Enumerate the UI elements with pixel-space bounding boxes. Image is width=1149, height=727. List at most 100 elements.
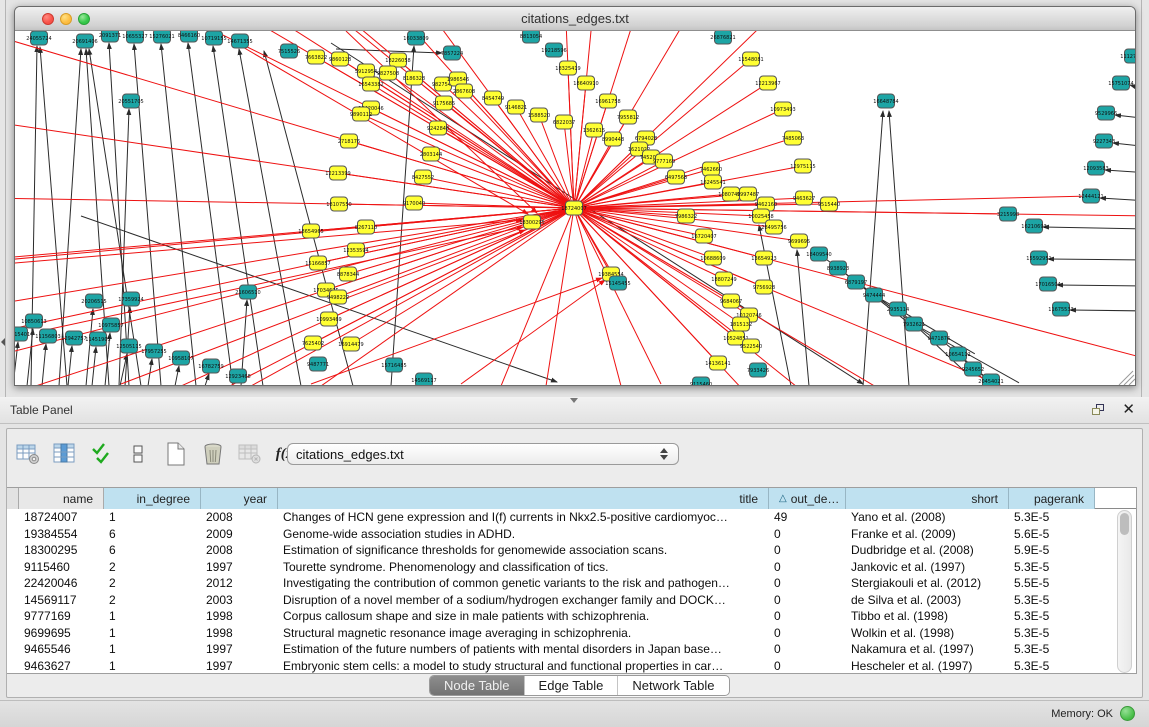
table-cell[interactable]: Stergiakouli et al. (2012) (846, 575, 1009, 592)
table-cell[interactable]: 49 (769, 509, 846, 526)
select-columns-icon[interactable] (52, 441, 78, 467)
network-window-titlebar[interactable]: citations_edges.txt (15, 7, 1135, 31)
vertical-scrollbar[interactable] (1117, 510, 1132, 673)
table-row[interactable]: 946362711997Embryonic stem cells: a mode… (7, 658, 1136, 675)
table-cell[interactable]: 0 (769, 542, 846, 559)
table-cell[interactable]: 2008 (201, 509, 278, 526)
new-table-icon[interactable] (163, 441, 189, 467)
table-cell[interactable]: 0 (769, 526, 846, 543)
table-row[interactable]: 2242004622012Investigating the contribut… (7, 575, 1136, 592)
table-cell[interactable]: 5.3E-5 (1009, 658, 1095, 675)
table-cell[interactable]: 9465546 (19, 641, 104, 658)
table-row[interactable]: 1456911722003Disruption of a novel membe… (7, 592, 1136, 609)
table-cell[interactable]: 5.9E-5 (1009, 542, 1095, 559)
table-cell[interactable]: Estimation of significance thresholds fo… (278, 542, 769, 559)
tab-network-table[interactable]: Network Table (618, 676, 728, 695)
table-cell[interactable]: 1998 (201, 608, 278, 625)
table-row[interactable]: 969969511998Structural magnetic resonanc… (7, 625, 1136, 642)
column-header-out-degree[interactable]: △ out_de… (769, 488, 846, 509)
table-cell[interactable]: 5.3E-5 (1009, 509, 1095, 526)
table-cell[interactable]: 5.3E-5 (1009, 608, 1095, 625)
row-gutter[interactable] (7, 658, 19, 675)
table-cell[interactable]: 5.3E-5 (1009, 641, 1095, 658)
table-row[interactable]: 1938455462009Genome-wide association stu… (7, 526, 1136, 543)
column-header-short[interactable]: short (846, 488, 1009, 509)
close-icon[interactable]: ✕ (1122, 400, 1135, 418)
tab-node-table[interactable]: Node Table (430, 676, 525, 695)
column-header-pagerank[interactable]: pagerank (1009, 488, 1095, 509)
table-cell[interactable]: 2009 (201, 526, 278, 543)
table-cell[interactable]: 5.3E-5 (1009, 625, 1095, 642)
table-cell[interactable]: 18724007 (19, 509, 104, 526)
table-cell[interactable]: Estimation of the future numbers of pati… (278, 641, 769, 658)
table-row[interactable]: 1872400712008Changes of HCN gene express… (7, 509, 1136, 526)
table-cell[interactable]: 0 (769, 641, 846, 658)
table-cell[interactable]: 9463627 (19, 658, 104, 675)
table-cell[interactable]: 1 (104, 509, 201, 526)
table-cell[interactable]: Yano et al. (2008) (846, 509, 1009, 526)
table-cell[interactable]: 0 (769, 592, 846, 609)
table-cell[interactable]: 1 (104, 625, 201, 642)
delete-table-icon[interactable] (200, 441, 226, 467)
table-cell[interactable]: Genome-wide association studies in ADHD. (278, 526, 769, 543)
row-gutter[interactable] (7, 542, 19, 559)
table-cell[interactable]: Disruption of a novel member of a sodium… (278, 592, 769, 609)
table-cell[interactable]: 0 (769, 575, 846, 592)
table-cell[interactable]: Dudbridge et al. (2008) (846, 542, 1009, 559)
table-row[interactable]: 911546021997Tourette syndrome. Phenomeno… (7, 559, 1136, 576)
table-cell[interactable]: Nakamura et al. (1997) (846, 641, 1009, 658)
table-cell[interactable]: 2003 (201, 592, 278, 609)
row-gutter[interactable] (7, 608, 19, 625)
table-cell[interactable]: 0 (769, 608, 846, 625)
table-row[interactable]: 1830029562008Estimation of significance … (7, 542, 1136, 559)
row-gutter[interactable] (7, 575, 19, 592)
row-gutter[interactable] (7, 526, 19, 543)
table-cell[interactable]: 1997 (201, 641, 278, 658)
table-cell[interactable]: 18300295 (19, 542, 104, 559)
memory-status-indicator[interactable] (1120, 706, 1135, 721)
table-cell[interactable]: 1 (104, 658, 201, 675)
column-header-in-degree[interactable]: in_degree (104, 488, 201, 509)
table-row[interactable]: 977716911998Corpus callosum shape and si… (7, 608, 1136, 625)
row-gutter[interactable] (7, 625, 19, 642)
table-cell[interactable]: 2012 (201, 575, 278, 592)
table-select-dropdown[interactable]: citations_edges.txt (287, 443, 679, 465)
left-panel-collapse-strip[interactable] (0, 0, 6, 397)
row-gutter[interactable] (7, 592, 19, 609)
table-cell[interactable]: 5.6E-5 (1009, 526, 1095, 543)
table-cell[interactable]: 14569117 (19, 592, 104, 609)
table-settings-icon[interactable] (15, 441, 41, 467)
table-cell[interactable]: 0 (769, 625, 846, 642)
table-cell[interactable]: 5.3E-5 (1009, 559, 1095, 576)
table-cell[interactable]: 9699695 (19, 625, 104, 642)
table-cell[interactable]: 22420046 (19, 575, 104, 592)
table-cell[interactable]: 5.3E-5 (1009, 592, 1095, 609)
table-cell[interactable]: Investigating the contribution of common… (278, 575, 769, 592)
table-cell[interactable]: Tourette syndrome. Phenomenology and cla… (278, 559, 769, 576)
table-cell[interactable]: 2 (104, 592, 201, 609)
column-header-title[interactable]: title (278, 488, 769, 509)
table-cell[interactable]: Corpus callosum shape and size in male p… (278, 608, 769, 625)
table-cell[interactable]: 2008 (201, 542, 278, 559)
splitter-handle-icon[interactable] (570, 398, 578, 403)
table-cell[interactable]: 6 (104, 542, 201, 559)
table-cell[interactable]: Jankovic et al. (1997) (846, 559, 1009, 576)
table-cell[interactable]: 1997 (201, 658, 278, 675)
table-cell[interactable]: 2 (104, 559, 201, 576)
table-cell[interactable]: 6 (104, 526, 201, 543)
column-header-year[interactable]: year (201, 488, 278, 509)
right-panel-collapse-strip[interactable] (1141, 0, 1149, 397)
table-cell[interactable]: 0 (769, 658, 846, 675)
scrollbar-thumb[interactable] (1120, 513, 1129, 535)
column-header-name[interactable]: name (19, 488, 104, 509)
table-cell[interactable]: 1997 (201, 559, 278, 576)
select-all-icon[interactable] (89, 441, 115, 467)
row-gutter[interactable] (7, 509, 19, 526)
row-gutter[interactable] (7, 641, 19, 658)
table-cell[interactable]: Changes of HCN gene expression and I(f) … (278, 509, 769, 526)
table-cell[interactable]: 0 (769, 559, 846, 576)
float-window-icon[interactable] (1092, 404, 1105, 416)
table-cell[interactable]: 9115460 (19, 559, 104, 576)
tab-edge-table[interactable]: Edge Table (525, 676, 619, 695)
table-cell[interactable]: 19384554 (19, 526, 104, 543)
